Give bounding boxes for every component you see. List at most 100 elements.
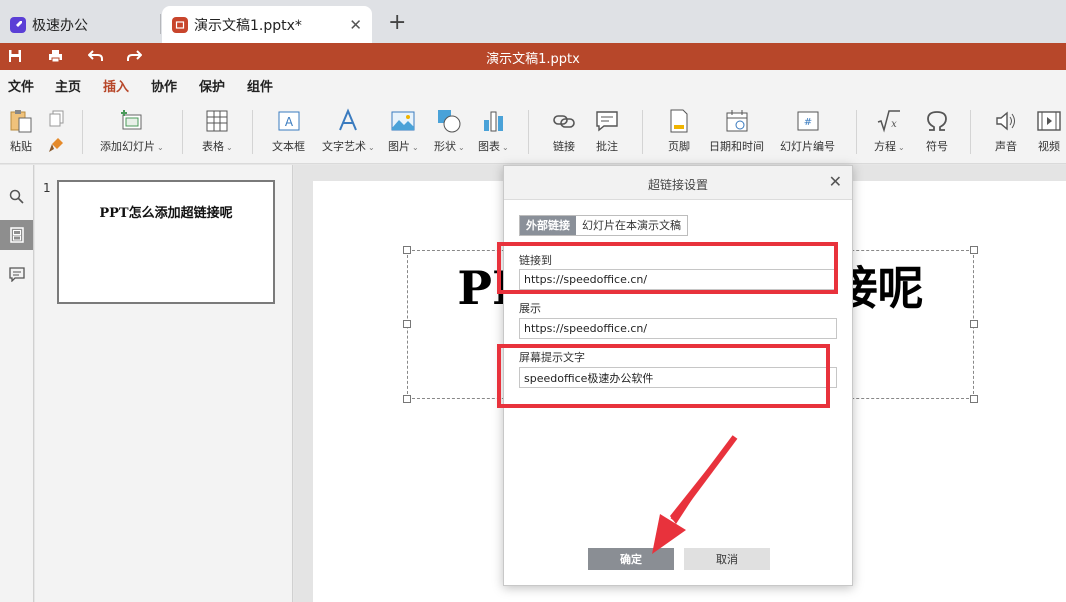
datetime-label: 日期和时间 <box>709 140 764 153</box>
link-type-tabs: 外部链接 幻灯片在本演示文稿 <box>519 215 688 236</box>
resize-handle[interactable] <box>970 395 978 403</box>
equation-icon: x <box>878 110 901 133</box>
display-label: 展示 <box>519 302 541 315</box>
app-title-bar: 演示文稿1.pptx <box>0 43 1066 70</box>
tooltip-input[interactable] <box>519 367 837 388</box>
dialog-header: 超链接设置 ✕ <box>504 166 852 200</box>
shape-label: 形状 <box>434 140 456 153</box>
browser-tab-presentation[interactable]: 演示文稿1.pptx* ✕ <box>162 6 372 43</box>
browser-tab-speedoffice[interactable]: 极速办公 <box>0 6 160 43</box>
insert-ribbon: 粘贴 添加幻灯片 ⌄ 表格 ⌄ A 文本框 文字艺术 ⌄ 图片 ⌄ 形状 ⌄ 图表 ⌄ 链接 <box>0 98 1066 164</box>
equation-label: 方程 <box>874 140 896 153</box>
chart-icon <box>484 111 504 132</box>
menu-insert[interactable]: 插入 <box>103 76 130 101</box>
resize-handle[interactable] <box>403 320 411 328</box>
resize-handle[interactable] <box>403 246 411 254</box>
shape-icon <box>438 110 461 133</box>
symbol-button[interactable]: 符号 <box>924 108 950 158</box>
symbol-label: 符号 <box>926 140 948 153</box>
thumbnail-title: PPT怎么添加超链接呢 <box>99 206 233 221</box>
ok-button[interactable]: 确定 <box>588 548 674 570</box>
slide-number-button[interactable]: # 幻灯片编号 <box>780 108 835 158</box>
search-icon[interactable] <box>0 181 33 211</box>
wordart-label: 文字艺术 <box>322 140 366 153</box>
menu-collaborate[interactable]: 协作 <box>151 76 177 95</box>
menu-protect[interactable]: 保护 <box>199 76 225 95</box>
comment-button[interactable]: 批注 <box>594 108 620 158</box>
resize-handle[interactable] <box>970 320 978 328</box>
footer-label: 页脚 <box>668 140 690 153</box>
datetime-button[interactable]: 日期和时间 <box>709 108 764 158</box>
slides-panel-icon[interactable] <box>0 220 33 250</box>
slide-thumbnail-panel: 1 PPT怎么添加超链接呢 <box>35 165 293 602</box>
display-input[interactable] <box>519 318 837 339</box>
menu-components[interactable]: 组件 <box>247 76 273 95</box>
table-button[interactable]: 表格 ⌄ <box>202 108 233 158</box>
link-icon <box>553 115 575 128</box>
close-icon[interactable]: ✕ <box>829 172 842 191</box>
add-slide-button[interactable]: 添加幻灯片 ⌄ <box>100 108 164 158</box>
slide-number-icon: # <box>797 111 818 131</box>
audio-button[interactable]: 声音 <box>993 108 1019 158</box>
resize-handle[interactable] <box>970 246 978 254</box>
video-icon <box>1037 111 1061 131</box>
calendar-icon <box>726 110 747 132</box>
shape-button[interactable]: 形状 ⌄ <box>434 108 465 158</box>
menu-bar: 文件 主页 插入 协作 保护 组件 <box>0 70 1066 101</box>
svg-text:A: A <box>284 115 293 129</box>
tab-external-link[interactable]: 外部链接 <box>520 216 576 235</box>
footer-button[interactable]: 页脚 <box>666 108 692 158</box>
ribbon-divider <box>182 110 183 154</box>
chevron-down-icon: ⌄ <box>502 143 509 152</box>
tooltip-label: 屏幕提示文字 <box>519 351 585 364</box>
ribbon-divider <box>528 110 529 154</box>
slide-thumbnail[interactable]: PPT怎么添加超链接呢 <box>57 180 275 304</box>
resize-handle[interactable] <box>403 395 411 403</box>
dialog-title: 超链接设置 <box>647 178 708 192</box>
copy-icon <box>49 110 64 127</box>
ribbon-divider <box>252 110 253 154</box>
menu-home[interactable]: 主页 <box>55 76 81 95</box>
image-button[interactable]: 图片 ⌄ <box>388 108 419 158</box>
new-tab-button[interactable]: + <box>388 10 406 36</box>
chevron-down-icon: ⌄ <box>458 143 465 152</box>
image-label: 图片 <box>388 140 410 153</box>
ribbon-divider <box>642 110 643 154</box>
wordart-button[interactable]: 文字艺术 ⌄ <box>322 108 375 158</box>
format-painter-icon <box>49 138 63 152</box>
chevron-down-icon: ⌄ <box>898 143 905 152</box>
add-slide-icon <box>120 110 142 130</box>
chevron-down-icon: ⌄ <box>412 143 419 152</box>
textbox-icon: A <box>278 111 299 131</box>
link-to-input[interactable] <box>519 269 837 290</box>
slide-number: 1 <box>43 181 51 195</box>
paste-label: 粘贴 <box>10 140 32 153</box>
ribbon-divider <box>856 110 857 154</box>
comment-icon <box>596 111 618 132</box>
ribbon-divider <box>82 110 83 154</box>
dialog-body: 外部链接 幻灯片在本演示文稿 链接到 展示 屏幕提示文字 确定 取消 <box>504 200 852 585</box>
tab-slide-in-presentation[interactable]: 幻灯片在本演示文稿 <box>576 216 687 235</box>
close-tab-icon[interactable]: ✕ <box>349 16 362 34</box>
rocket-icon <box>10 16 26 33</box>
presentation-icon <box>172 16 188 33</box>
comment-label: 批注 <box>596 140 618 153</box>
textbox-button[interactable]: A 文本框 <box>272 108 305 158</box>
paste-button[interactable]: 粘贴 <box>8 108 34 158</box>
menu-file[interactable]: 文件 <box>8 76 34 95</box>
link-to-label: 链接到 <box>519 254 552 267</box>
audio-label: 声音 <box>995 140 1017 153</box>
chevron-down-icon: ⌄ <box>226 143 233 152</box>
equation-button[interactable]: x 方程 ⌄ <box>874 108 905 158</box>
textbox-label: 文本框 <box>272 140 305 153</box>
video-button[interactable]: 视频 <box>1036 108 1062 158</box>
table-icon <box>206 110 228 132</box>
link-button[interactable]: 链接 <box>551 108 577 158</box>
hyperlink-dialog: 超链接设置 ✕ 外部链接 幻灯片在本演示文稿 链接到 展示 屏幕提示文字 确定 … <box>503 165 853 586</box>
document-title: 演示文稿1.pptx <box>486 52 580 67</box>
tab-title: 极速办公 <box>32 17 88 34</box>
svg-text:#: # <box>803 117 811 128</box>
comments-icon[interactable] <box>0 259 33 289</box>
cancel-button[interactable]: 取消 <box>684 548 770 570</box>
chart-button[interactable]: 图表 ⌄ <box>478 108 509 158</box>
